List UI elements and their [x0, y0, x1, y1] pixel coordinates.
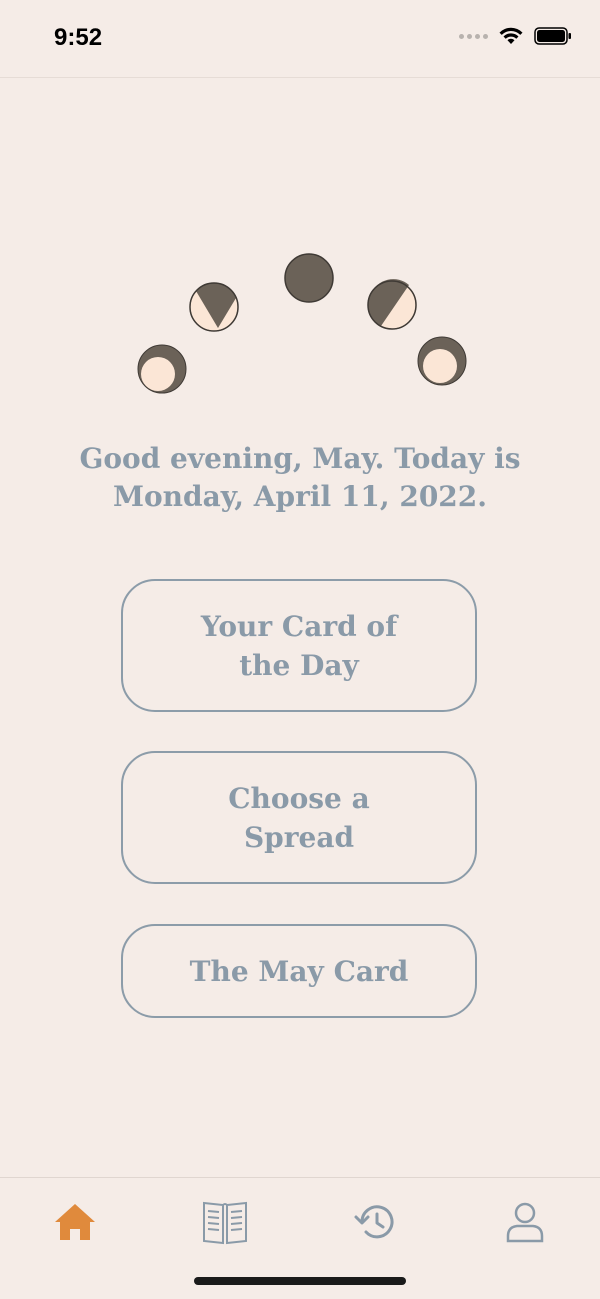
- status-bar: 9:52: [0, 0, 600, 78]
- may-card-label: The May Card: [189, 954, 409, 988]
- history-icon: [354, 1205, 394, 1239]
- tab-home[interactable]: [45, 1192, 105, 1252]
- home-indicator[interactable]: [194, 1277, 406, 1285]
- status-time: 9:52: [54, 24, 103, 51]
- greeting-line-1: Good evening, May. Today is: [79, 442, 521, 475]
- choose-spread-button[interactable]: Choose a Spread: [121, 751, 477, 884]
- battery-icon: [534, 27, 571, 45]
- status-icons: [459, 26, 572, 46]
- book-icon: [203, 1201, 247, 1245]
- may-card-button[interactable]: The May Card: [121, 924, 477, 1018]
- choose-spread-label-1: Choose a: [228, 781, 370, 815]
- moon-crescent-right-icon: [417, 336, 467, 386]
- moon-phases-illustration: [137, 253, 467, 394]
- profile-icon: [506, 1202, 544, 1243]
- moon-crescent-left-icon: [137, 344, 187, 394]
- wifi-icon: [499, 27, 523, 44]
- greeting-line-2: Monday, April 11, 2022.: [112, 480, 488, 513]
- tab-profile[interactable]: [495, 1192, 555, 1252]
- home-icon: [55, 1204, 95, 1240]
- card-of-the-day-button[interactable]: Your Card of the Day: [121, 579, 477, 712]
- moon-half-left-icon: [189, 282, 239, 332]
- moon-new-icon: [284, 253, 334, 303]
- moon-half-right-icon: [367, 279, 417, 330]
- tab-history[interactable]: [345, 1192, 405, 1252]
- card-of-the-day-label-2: the Day: [239, 648, 359, 682]
- tab-readings[interactable]: [195, 1192, 255, 1252]
- greeting-text: Good evening, May. Today is Monday, Apri…: [60, 440, 540, 516]
- signal-icon: [459, 33, 488, 39]
- choose-spread-label-2: Spread: [243, 820, 355, 854]
- card-of-the-day-label-1: Your Card of: [200, 609, 398, 643]
